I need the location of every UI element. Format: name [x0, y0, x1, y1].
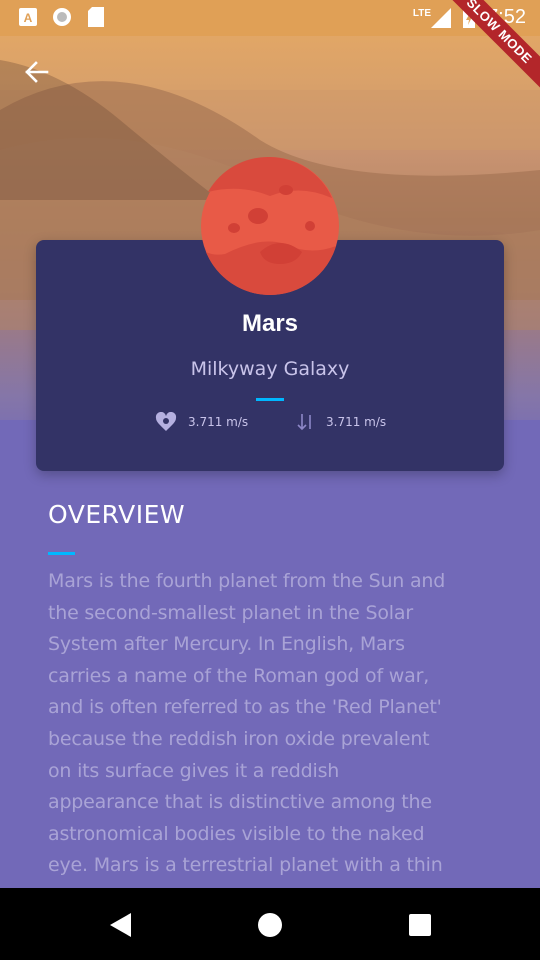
- svg-text:A: A: [24, 11, 33, 25]
- overview-line: and is often referred to as the 'Red Pla…: [48, 696, 442, 719]
- nav-home-button[interactable]: [257, 912, 283, 938]
- overview-line: on its surface gives it a reddish: [48, 759, 340, 782]
- mars-planet-image: [201, 156, 339, 296]
- circle-record-icon: [52, 7, 72, 27]
- network-type-label: LTE: [412, 8, 432, 19]
- overview-line: System after Mercury. In English, Mars: [48, 633, 405, 656]
- location-pin-icon: [155, 412, 177, 431]
- sort-arrows-icon: [297, 414, 311, 431]
- planet-location: Milkyway Galaxy: [190, 358, 350, 380]
- overview-line: Mars is the fourth planet from the Sun a…: [48, 570, 446, 592]
- gravity-value: 3.711 m/s: [188, 415, 249, 429]
- sd-card-icon: [86, 7, 106, 27]
- overview-heading: OVERVIEW: [48, 500, 186, 529]
- overview-text: Mars is the fourth planet from the Sun a…: [48, 566, 498, 882]
- text-notification-icon: A: [18, 7, 38, 27]
- arrow-left-icon: [25, 61, 49, 83]
- system-navigation-bar: [0, 888, 540, 960]
- speed-value: 3.711 m/s: [326, 415, 387, 429]
- speed-stat: 3.711 m/s: [296, 412, 386, 432]
- circle-home-icon: [258, 913, 282, 937]
- signal-icon: [431, 7, 452, 28]
- planet-detail-screen: A LTE 7:52 SLOW MODE Mars Milkyway Galax…: [0, 0, 540, 960]
- overview-line: eye. Mars is a terrestrial planet with a…: [48, 854, 443, 877]
- overview-line: the second-smallest planet in the Solar: [48, 601, 413, 624]
- square-recents-icon: [409, 914, 431, 936]
- overview-line: appearance that is distinctive among the: [48, 791, 432, 814]
- planet-name: Mars: [241, 310, 299, 337]
- card-divider: [256, 398, 284, 401]
- gravity-stat: 3.711 m/s: [154, 412, 248, 432]
- overview-line: because the reddish iron oxide prevalent: [48, 727, 430, 750]
- overview-divider: [48, 552, 75, 555]
- overview-line: carries a name of the Roman god of war,: [48, 664, 430, 687]
- overview-line: astronomical bodies visible to the naked: [48, 822, 425, 845]
- nav-back-button[interactable]: [108, 912, 134, 938]
- back-button[interactable]: [20, 58, 52, 86]
- triangle-back-icon: [110, 913, 131, 937]
- nav-recents-button[interactable]: [407, 912, 433, 938]
